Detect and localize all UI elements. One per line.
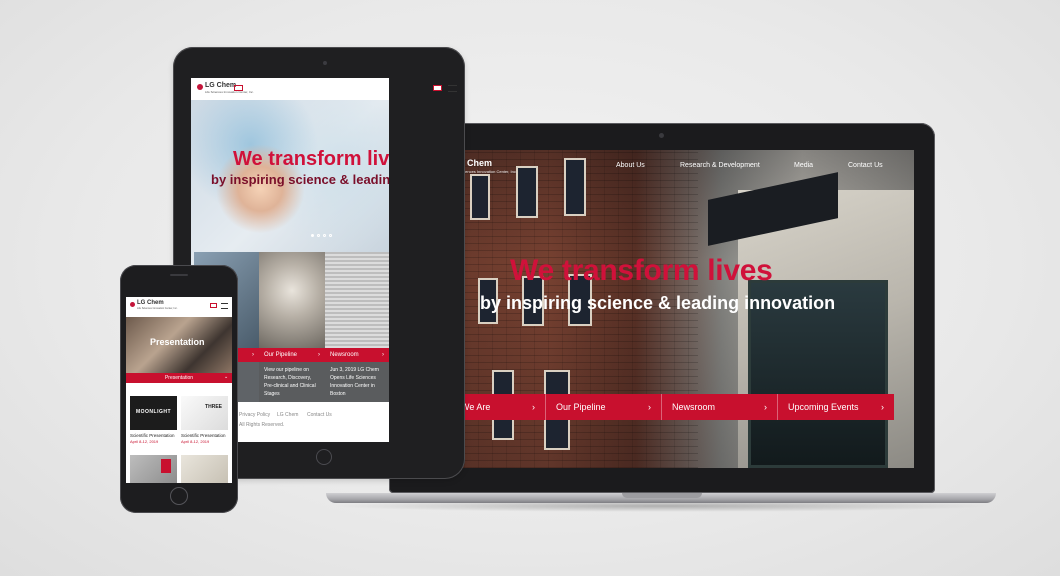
building-window [516, 166, 538, 218]
tablet-home-button[interactable] [316, 449, 332, 465]
building-window [564, 158, 586, 216]
newspaper-image [325, 252, 389, 348]
nav-research-development[interactable]: Research & Development [680, 162, 760, 169]
newsroom-button[interactable]: Newsroom › [662, 394, 778, 420]
hamburger-menu-icon[interactable] [221, 303, 228, 309]
card-bar: Newsroom › [325, 348, 389, 362]
thumbnail-accent [161, 459, 171, 473]
chevron-right-icon: › [318, 352, 320, 358]
thumbnail-three[interactable]: THREE [181, 396, 228, 430]
carousel-dots[interactable] [311, 234, 332, 237]
chevron-down-icon[interactable]: ⌄ [224, 374, 228, 380]
brand-name[interactable]: LG Chem [205, 82, 236, 89]
mail-icon[interactable] [433, 85, 442, 91]
chevron-right-icon: › [382, 352, 384, 358]
footer-lgchem-link[interactable]: LG Chem [277, 412, 298, 418]
card-label: Newsroom [330, 352, 359, 358]
nav-contact-us[interactable]: Contact Us [848, 162, 883, 169]
phone-hero-title: Presentation [150, 337, 205, 347]
chevron-right-icon: › [252, 352, 254, 358]
thumbnail-date: April 8-12, 2019 [130, 439, 159, 444]
chevron-right-icon: › [764, 402, 767, 412]
hero-title: We transform lives [510, 254, 773, 287]
thumbnail-image[interactable] [130, 455, 177, 483]
tablet-hero-subtitle: by inspiring science & leading innovatio… [211, 172, 389, 187]
mail-icon[interactable] [210, 303, 217, 308]
mail-icon[interactable] [234, 85, 243, 91]
phone-home-button[interactable] [170, 487, 188, 505]
tablet-camera [323, 61, 327, 65]
phone-screen: LG Chem Life Sciences Innovation Center,… [126, 297, 232, 483]
our-pipeline-card[interactable]: Our Pipeline › View our pipeline on Resea… [259, 252, 325, 402]
card-label: Our Pipeline [264, 352, 298, 358]
button-label: Our Pipeline [556, 402, 606, 412]
card-text: Jun 3, 2019 LG Chem Opens Life Sciences … [330, 367, 379, 397]
thumbnail-label: MOONLIGHT [135, 409, 172, 415]
selector-label: Presentation [164, 375, 194, 381]
nav-about-us[interactable]: About Us [616, 162, 645, 169]
chevron-right-icon: › [648, 402, 651, 412]
footer-privacy-link[interactable]: Privacy Policy [239, 412, 270, 418]
brand-subtitle: Life Sciences Innovation Center, Inc. [205, 90, 254, 94]
lg-logo-icon[interactable] [197, 84, 203, 90]
thumbnail-label: THREE [205, 404, 222, 410]
footer-rights: All Rights Reserved. [239, 422, 285, 428]
laptop-screen: LG Chem Life Sciences Innovation Center,… [408, 150, 914, 468]
button-label: Upcoming Events [788, 402, 859, 412]
footer-contact-link[interactable]: Contact Us [307, 412, 332, 418]
hamburger-menu-icon[interactable] [448, 85, 457, 92]
card-bar: Our Pipeline › [259, 348, 325, 362]
button-label: Newsroom [672, 402, 716, 412]
lg-logo-icon[interactable] [130, 302, 135, 307]
brand-subtitle: Life Sciences Innovation Center, Inc. [137, 307, 178, 310]
chevron-right-icon: › [881, 402, 884, 412]
building-window [470, 174, 490, 220]
hero-subtitle: by inspiring science & leading innovatio… [480, 293, 836, 313]
thumbnail-image[interactable] [181, 455, 228, 483]
thumbnail-date: April 8-12, 2019 [181, 439, 210, 444]
chevron-right-icon: › [532, 402, 535, 412]
laptop-notch [622, 493, 702, 498]
our-pipeline-button[interactable]: Our Pipeline › [546, 394, 662, 420]
card-text: View our pipeline on Research, Discovery… [264, 367, 316, 397]
nav-media[interactable]: Media [794, 162, 813, 169]
phone-speaker [170, 274, 188, 276]
laptop-camera [659, 133, 664, 138]
newsroom-card[interactable]: Newsroom › Jun 3, 2019 LG Chem Opens Life… [325, 252, 389, 402]
petri-dish-image [259, 252, 325, 348]
presentation-selector[interactable]: Presentation [126, 373, 232, 383]
thumbnail-moonlight[interactable]: MOONLIGHT [130, 396, 177, 430]
upcoming-events-button[interactable]: Upcoming Events › [778, 394, 894, 420]
brand-name[interactable]: LG Chem [137, 300, 164, 306]
tablet-hero-title: We transform lives [233, 148, 389, 170]
